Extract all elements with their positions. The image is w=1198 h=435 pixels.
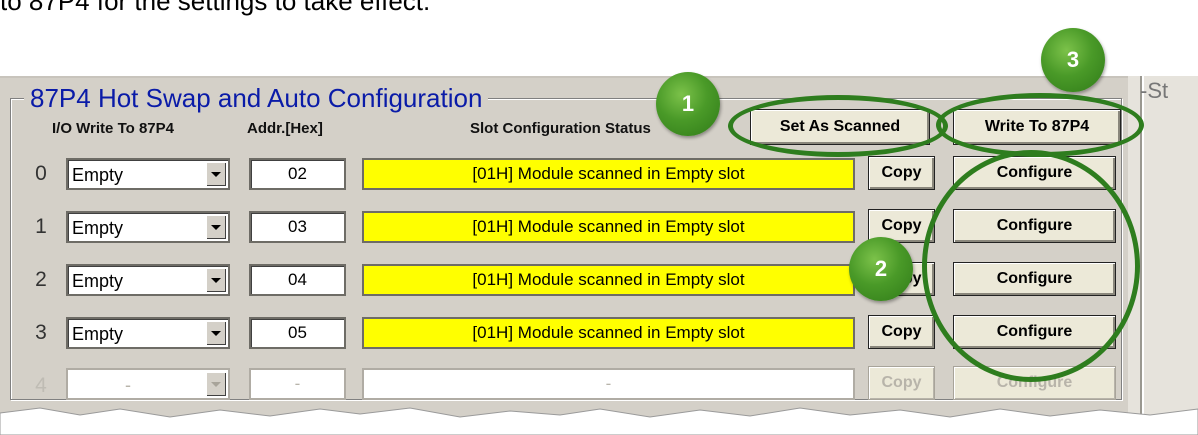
io-select-value: Empty bbox=[72, 271, 124, 291]
header-slot-status: Slot Configuration Status bbox=[470, 120, 651, 137]
chevron-down-icon[interactable] bbox=[206, 162, 226, 186]
group-title: 87P4 Hot Swap and Auto Configuration bbox=[24, 83, 489, 114]
addr-field[interactable]: 03 bbox=[249, 211, 346, 243]
adjacent-panel-label: -St bbox=[1140, 78, 1169, 103]
chevron-down-icon[interactable] bbox=[206, 215, 226, 239]
slot-status: - bbox=[362, 368, 855, 400]
header-io-write: I/O Write To 87P4 bbox=[52, 120, 174, 137]
io-select[interactable]: Empty bbox=[66, 158, 230, 190]
addr-field[interactable]: 04 bbox=[249, 264, 346, 296]
slot-number: 0 bbox=[35, 162, 47, 185]
slot-status: [01H] Module scanned in Empty slot bbox=[362, 158, 855, 190]
slot-status: [01H] Module scanned in Empty slot bbox=[362, 211, 855, 243]
addr-field[interactable]: 02 bbox=[249, 158, 346, 190]
io-select-value: - bbox=[125, 375, 131, 395]
slot-number: 4 bbox=[35, 374, 47, 397]
slot-status: [01H] Module scanned in Empty slot bbox=[362, 317, 855, 349]
chevron-down-icon[interactable] bbox=[206, 321, 226, 345]
intro-text: to 87P4 for the settings to take effect. bbox=[0, 0, 431, 16]
io-select-value: Empty bbox=[72, 165, 124, 185]
io-select-value: Empty bbox=[72, 324, 124, 344]
io-select: - bbox=[66, 368, 230, 400]
highlight-ring-configure-buttons bbox=[922, 150, 1140, 382]
copy-button: Copy bbox=[868, 366, 935, 400]
io-select[interactable]: Empty bbox=[66, 317, 230, 349]
callout-marker-2: 2 bbox=[849, 237, 913, 301]
highlight-ring-write-button bbox=[936, 93, 1144, 157]
io-select[interactable]: Empty bbox=[66, 211, 230, 243]
io-select-value: Empty bbox=[72, 218, 124, 238]
slot-number: 2 bbox=[35, 268, 47, 291]
slot-status: [01H] Module scanned in Empty slot bbox=[362, 264, 855, 296]
slot-number: 3 bbox=[35, 321, 47, 344]
chevron-down-icon[interactable] bbox=[206, 268, 226, 292]
addr-field: - bbox=[249, 368, 346, 400]
highlight-ring-set-as-scanned bbox=[728, 95, 948, 157]
slot-number: 1 bbox=[35, 215, 47, 238]
copy-button[interactable]: Copy bbox=[868, 315, 935, 349]
callout-marker-1: 1 bbox=[656, 72, 720, 136]
copy-button[interactable]: Copy bbox=[868, 156, 935, 190]
addr-field[interactable]: 05 bbox=[249, 317, 346, 349]
io-select[interactable]: Empty bbox=[66, 264, 230, 296]
header-addr: Addr.[Hex] bbox=[247, 120, 323, 137]
chevron-down-icon bbox=[206, 372, 226, 396]
callout-marker-3: 3 bbox=[1041, 28, 1105, 92]
